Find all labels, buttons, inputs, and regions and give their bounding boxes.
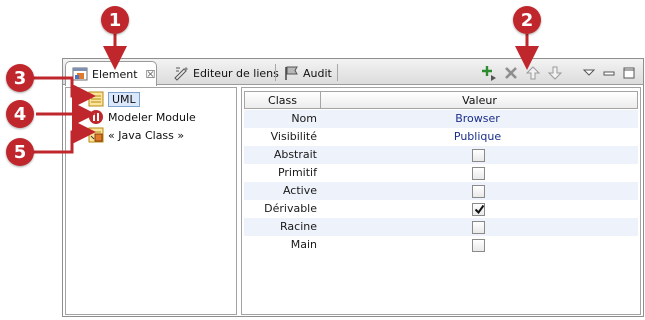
element-tree[interactable]: UML Modeler Module « Java Class » xyxy=(65,87,237,315)
table-row[interactable]: Visibilité Publique xyxy=(244,128,638,146)
callout-5: 5 xyxy=(6,138,34,166)
tree-item-label: « Java Class » xyxy=(108,128,185,142)
property-name: Dérivable xyxy=(264,202,317,215)
column-header-value[interactable]: Valeur xyxy=(321,92,638,108)
table-row[interactable]: Racine xyxy=(244,218,638,236)
property-name: Abstrait xyxy=(273,148,317,161)
close-tab-button[interactable]: ☒ xyxy=(146,68,156,81)
tree-item-java-class[interactable]: « Java Class » xyxy=(88,126,184,144)
tab-audit[interactable]: Audit xyxy=(277,61,338,85)
tab-bar: Element ☒ Editeur de liens Audit xyxy=(63,59,643,86)
tab-link-editor-label: Editeur de liens xyxy=(193,66,279,80)
checkmark-icon xyxy=(474,204,485,215)
element-icon xyxy=(72,66,88,82)
tab-separator xyxy=(337,64,338,81)
tab-element[interactable]: Element ☒ xyxy=(65,61,157,86)
move-down-icon[interactable] xyxy=(547,65,563,81)
properties-table: Class Valeur Nom Browser Visibilité Publiqu… xyxy=(241,87,641,315)
table-row[interactable]: Abstrait xyxy=(244,146,638,164)
delete-icon[interactable] xyxy=(503,65,519,81)
tab-link-editor[interactable]: Editeur de liens xyxy=(167,61,285,85)
tree-item-label: Modeler Module xyxy=(108,110,196,124)
tree-item-label: UML xyxy=(108,91,140,107)
callout-3: 3 xyxy=(6,64,34,92)
element-view-window: Element ☒ Editeur de liens Audit UML Mod… xyxy=(62,58,644,317)
property-checkbox[interactable] xyxy=(472,167,485,180)
table-row[interactable]: Primitif xyxy=(244,164,638,182)
table-row[interactable]: Dérivable xyxy=(244,200,638,218)
property-checkbox[interactable] xyxy=(472,149,485,162)
callout-2: 2 xyxy=(513,6,541,34)
property-name: Main xyxy=(290,238,317,251)
property-value[interactable]: Browser xyxy=(319,110,636,128)
minimize-icon[interactable] xyxy=(601,65,617,81)
tab-separator xyxy=(275,64,276,81)
tree-item-modeler-module[interactable]: Modeler Module xyxy=(88,108,196,126)
modeler-module-icon xyxy=(88,109,104,125)
table-row[interactable]: Main xyxy=(244,236,638,254)
table-header: Class Valeur xyxy=(244,91,638,109)
java-class-icon xyxy=(88,127,104,143)
property-checkbox[interactable] xyxy=(472,239,485,252)
uml-icon xyxy=(88,91,104,107)
tab-audit-label: Audit xyxy=(303,66,332,80)
property-name: Visibilité xyxy=(270,130,317,143)
property-name: Primitif xyxy=(277,166,317,179)
link-editor-icon xyxy=(173,65,189,81)
audit-flag-icon xyxy=(283,65,299,81)
tab-element-label: Element xyxy=(92,67,138,81)
property-name: Racine xyxy=(280,220,317,233)
table-row[interactable]: Nom Browser xyxy=(244,110,638,128)
table-row[interactable]: Active xyxy=(244,182,638,200)
callout-1: 1 xyxy=(101,6,129,34)
add-icon[interactable] xyxy=(481,65,497,81)
move-up-icon[interactable] xyxy=(525,65,541,81)
callout-4: 4 xyxy=(6,100,34,128)
property-checkbox[interactable] xyxy=(472,221,485,234)
view-menu-icon[interactable] xyxy=(581,65,597,81)
property-value[interactable]: Publique xyxy=(319,128,636,146)
property-checkbox[interactable] xyxy=(472,185,485,198)
maximize-icon[interactable] xyxy=(621,65,637,81)
property-checkbox[interactable] xyxy=(472,203,485,216)
tree-item-uml[interactable]: UML xyxy=(88,90,140,108)
column-header-class[interactable]: Class xyxy=(245,92,320,108)
property-name: Nom xyxy=(291,112,317,125)
property-name: Active xyxy=(282,184,317,197)
